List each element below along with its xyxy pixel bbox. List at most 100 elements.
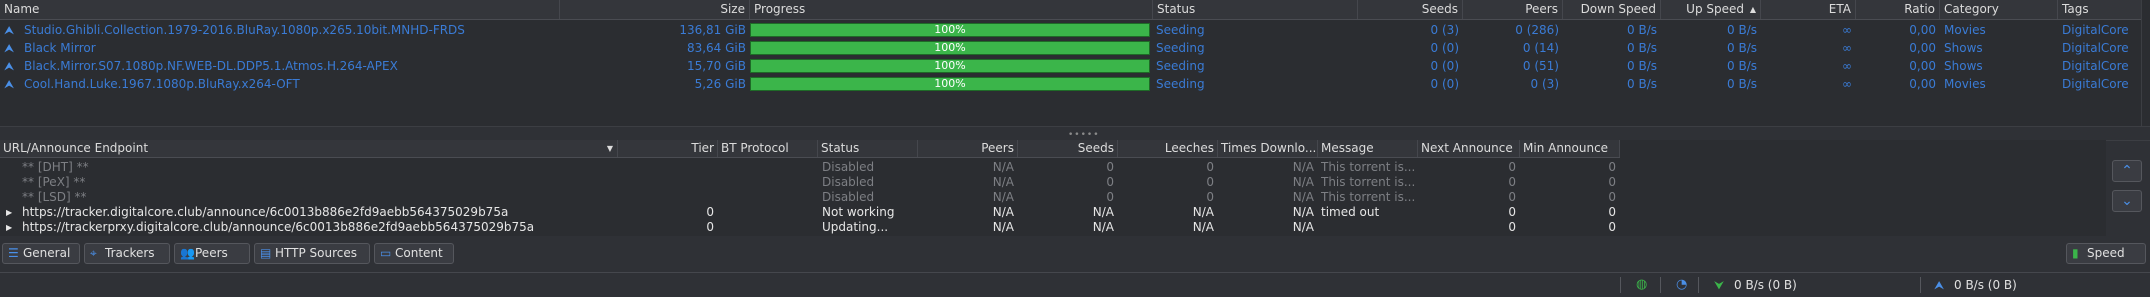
tracker-times-downloaded: N/A [1292,220,1314,234]
tracker-next-announce: 0 [1508,160,1516,174]
col-min-announce[interactable]: Min Announce [1520,140,1620,157]
col-size[interactable]: Size [560,0,750,19]
tab-http-sources[interactable]: ▤ HTTP Sources [254,243,370,264]
col-progress[interactable]: Progress [750,0,1153,19]
col-url[interactable]: URL/Announce Endpoint ▼ [0,140,618,157]
seeding-upload-icon: ⮝ [4,23,15,37]
col-status[interactable]: Status [1153,0,1358,19]
col-name[interactable]: Name [0,0,560,19]
speed-limit-icon[interactable]: ◔ [1676,273,1687,297]
torrent-peers: 0 (14) [1522,41,1559,55]
download-speed[interactable]: 0 B/s (0 B) [1734,273,1797,297]
tracker-message: This torrent is... [1321,175,1416,189]
folder-icon: ▭ [380,246,392,260]
tracker-min-announce: 0 [1608,160,1616,174]
tracker-message: timed out [1321,205,1380,219]
expand-arrow-icon[interactable]: ▶ [6,205,16,220]
torrent-category: Shows [1944,41,1983,55]
users-icon: 👥 [180,246,195,260]
globe-connection-icon[interactable]: ◍ [1636,273,1647,297]
progress-bar: 100% [750,41,1150,55]
tab-http-sources-label: HTTP Sources [275,246,357,260]
tracker-next-announce: 0 [1508,220,1516,234]
seeding-upload-icon: ⮝ [4,59,15,73]
tracker-row[interactable]: ▶ https://tracker.digitalcore.club/annou… [0,205,1620,220]
torrent-down-speed: 0 B/s [1627,23,1657,37]
torrent-list-header: Name Size Progress Status Seeds Peers Do… [0,0,2142,20]
tracker-status: Updating... [822,220,889,234]
panel-splitter[interactable]: ••••• [0,126,2150,141]
tracker-url: https://trackerprxy.digitalcore.club/ann… [22,220,535,234]
torrent-row[interactable]: ⮝ Black.Mirror.S07.1080p.NF.WEB-DL.DDP5.… [0,57,2142,75]
col-tracker-seeds[interactable]: Seeds [1018,140,1118,157]
properties-tab-bar: ☰ General ⌖ Trackers 👥 Peers ▤ HTTP Sour… [0,241,2150,267]
torrent-size: 136,81 GiB [679,23,746,37]
tracker-leeches: 0 [1206,175,1214,189]
col-category[interactable]: Category [1940,0,2058,19]
torrent-row[interactable]: ⮝ Cool.Hand.Luke.1967.1080p.BluRay.x264-… [0,75,2142,93]
torrent-eta: ∞ [1842,23,1852,37]
tracker-url: ** [LSD] ** [22,190,87,204]
tracker-message: This torrent is... [1321,160,1416,174]
tracker-times-downloaded: N/A [1292,160,1314,174]
col-next-announce[interactable]: Next Announce [1418,140,1520,157]
tracker-url: ** [DHT] ** [22,160,89,174]
torrent-name: Cool.Hand.Luke.1967.1080p.BluRay.x264-OF… [24,77,300,91]
col-url-label: URL/Announce Endpoint [3,141,149,155]
torrent-row[interactable]: ⮝ Studio.Ghibli.Collection.1979-2016.Blu… [0,21,2142,39]
download-icon: ⮟ [1714,278,1725,292]
bar-chart-icon: ▮ [2072,246,2079,260]
status-separator [1660,277,1661,293]
col-down-speed[interactable]: Down Speed [1563,0,1661,19]
torrent-list-scrollbar[interactable] [2141,0,2150,126]
tab-general[interactable]: ☰ General [2,243,80,264]
torrent-tags: DigitalCore [2062,41,2129,55]
tracker-next-announce: 0 [1508,175,1516,189]
col-times-downloaded[interactable]: Times Downlo... [1218,140,1318,157]
tracker-row[interactable]: ** [DHT] ** Disabled N/A 0 0 N/A This to… [0,160,1620,175]
move-up-button[interactable]: ⌃ [2112,160,2142,182]
tab-content[interactable]: ▭ Content [374,243,454,264]
upload-icon: ⮝ [1934,278,1945,292]
tab-speed-label: Speed [2087,246,2125,260]
tab-peers[interactable]: 👥 Peers [174,243,250,264]
expand-arrow-icon[interactable]: ▶ [6,220,16,235]
move-down-button[interactable]: ⌄ [2112,190,2142,212]
tracker-row[interactable]: ▶ https://trackerprxy.digitalcore.club/a… [0,220,1620,235]
col-tier[interactable]: Tier [618,140,718,157]
upload-speed[interactable]: 0 B/s (0 B) [1954,273,2017,297]
tab-speed[interactable]: ▮ Speed [2066,243,2146,264]
chevron-down-icon: ⌄ [2121,193,2133,209]
col-tracker-peers[interactable]: Peers [918,140,1018,157]
col-message[interactable]: Message [1318,140,1418,157]
torrent-peers: 0 (3) [1530,77,1559,91]
torrent-eta: ∞ [1842,59,1852,73]
col-seeds[interactable]: Seeds [1358,0,1463,19]
col-peers[interactable]: Peers [1463,0,1563,19]
tracker-row[interactable]: ** [LSD] ** Disabled N/A 0 0 N/A This to… [0,190,1620,205]
col-bt-protocol[interactable]: BT Protocol [718,140,818,157]
torrent-down-speed: 0 B/s [1627,59,1657,73]
tracker-seeds: 0 [1106,160,1114,174]
tracker-times-downloaded: N/A [1292,175,1314,189]
col-eta[interactable]: ETA [1761,0,1856,19]
tracker-url: https://tracker.digitalcore.club/announc… [22,205,509,219]
tracker-message: This torrent is... [1321,190,1416,204]
tracker-seeds: N/A [1092,220,1114,234]
col-ratio[interactable]: Ratio [1856,0,1940,19]
tab-trackers[interactable]: ⌖ Trackers [84,243,170,264]
torrent-peers: 0 (286) [1515,23,1559,37]
tracker-row[interactable]: ** [PeX] ** Disabled N/A 0 0 N/A This to… [0,175,1620,190]
col-tracker-leeches[interactable]: Leeches [1118,140,1218,157]
torrent-seeds: 0 (0) [1430,59,1459,73]
torrent-status: Seeding [1156,41,1205,55]
tracker-status: Disabled [822,190,875,204]
col-tracker-status[interactable]: Status [818,140,918,157]
tracker-leeches: 0 [1206,190,1214,204]
torrent-peers: 0 (51) [1522,59,1559,73]
col-tags[interactable]: Tags [2058,0,2142,19]
torrent-eta: ∞ [1842,41,1852,55]
torrent-row[interactable]: ⮝ Black Mirror 83,64 GiB 100% Seeding 0 … [0,39,2142,57]
col-up-speed[interactable]: Up Speed ▲ [1661,0,1761,19]
torrent-eta: ∞ [1842,77,1852,91]
